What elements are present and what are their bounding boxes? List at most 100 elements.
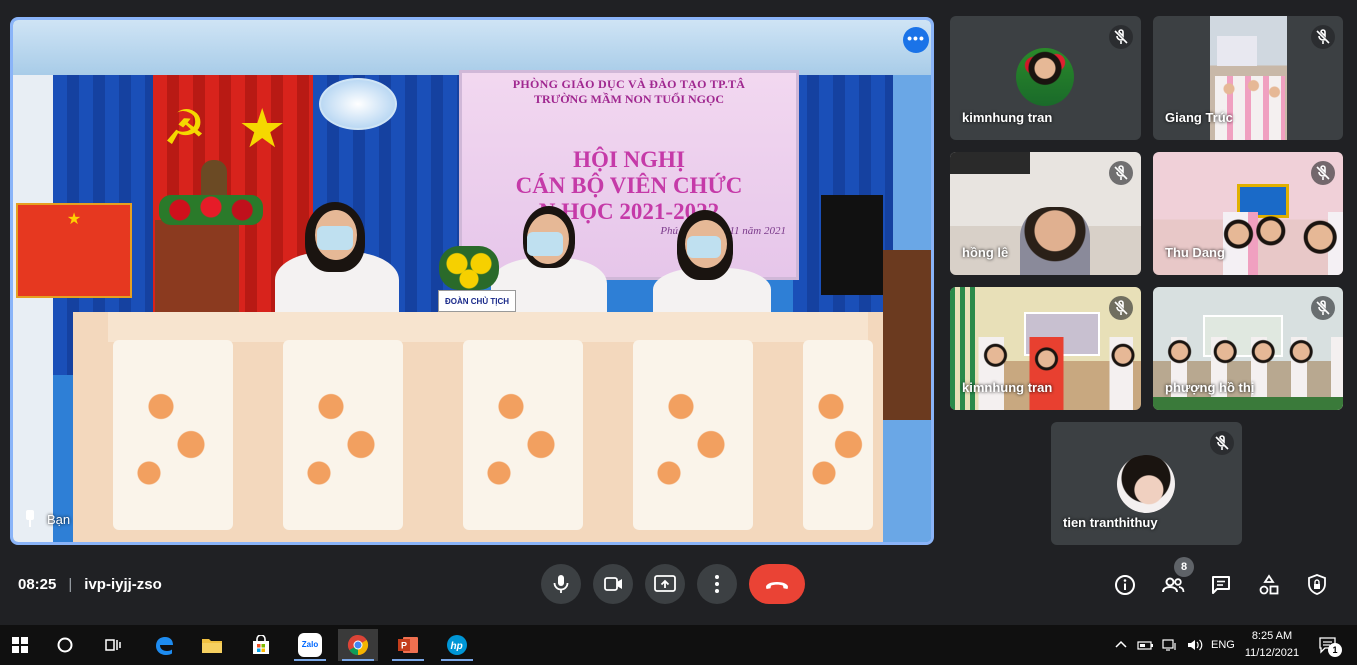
info-icon: [1115, 575, 1135, 595]
action-center-button[interactable]: 1: [1318, 625, 1342, 665]
screen-line-3: HỘI NGHỊ: [573, 147, 685, 172]
volume-icon: [1188, 639, 1203, 651]
clock-time: 8:25 AM: [1251, 630, 1293, 642]
taskbar-file-explorer[interactable]: [192, 629, 232, 661]
hp-icon: hp: [447, 635, 467, 655]
powerpoint-icon: P: [398, 637, 418, 653]
host-controls-button[interactable]: [1304, 572, 1330, 598]
mic-off-icon: [1109, 25, 1133, 49]
chat-button[interactable]: [1208, 572, 1234, 598]
hammer-sickle-emblem: ☭: [163, 102, 207, 155]
participant-tile[interactable]: hồng lê: [950, 152, 1141, 275]
microphone-button[interactable]: [541, 564, 581, 604]
svg-text:hp: hp: [451, 641, 463, 652]
nameplate: ĐOÀN CHỦ TỊCH: [438, 290, 516, 312]
windows-logo-icon: [12, 637, 28, 653]
clock-date: 11/12/2021: [1244, 647, 1300, 659]
zalo-icon: Zalo: [298, 633, 322, 657]
star-emblem: ★: [238, 99, 287, 159]
more-vertical-icon: [715, 575, 719, 593]
end-call-button[interactable]: [749, 564, 805, 604]
portrait-emblem: [319, 78, 397, 130]
mic-off-icon: [1311, 296, 1335, 320]
battery-icon: [1137, 641, 1153, 650]
windows-start-button[interactable]: [0, 629, 40, 661]
meeting-info: 08:25 | ivp-iyjj-zso: [18, 576, 162, 593]
notification-count: 1: [1328, 643, 1342, 657]
participant-tile[interactable]: Thu Dang: [1153, 152, 1343, 275]
taskbar-store[interactable]: [241, 629, 281, 661]
main-video-tile[interactable]: ☭ ★ PHÒNG GIÁO DỤC VÀ ĐÀO TẠO TP.TÂ TRƯỜ…: [10, 17, 934, 545]
folder-icon: [202, 639, 222, 653]
participant-tile[interactable]: kimnhung tran: [950, 287, 1141, 410]
sunflower-arrangement: [439, 246, 499, 290]
chat-icon: [1212, 576, 1230, 594]
participant-tile[interactable]: phượng hồ thị: [1153, 287, 1343, 410]
network-tray[interactable]: [1162, 625, 1178, 665]
mic-off-icon: [1210, 431, 1234, 455]
participant-name: phượng hồ thị: [1165, 380, 1255, 395]
taskbar-zalo[interactable]: Zalo: [290, 629, 330, 661]
windows-taskbar: Zalo P hp ENG 8:25 AM 11/12/2021 1: [0, 625, 1357, 665]
meeting-details-button[interactable]: [1112, 572, 1138, 598]
camera-button[interactable]: [593, 564, 633, 604]
store-bag-icon: [253, 635, 269, 654]
taskbar-edge[interactable]: [144, 629, 184, 661]
screen-line-2: TRƯỜNG MẦM NON TUỔI NGỌC: [534, 92, 724, 106]
people-button[interactable]: [1160, 572, 1186, 598]
main-video-feed: ☭ ★ PHÒNG GIÁO DỤC VÀ ĐÀO TẠO TP.TÂ TRƯỜ…: [13, 20, 931, 542]
present-screen-button[interactable]: [645, 564, 685, 604]
chrome-icon: [347, 634, 369, 656]
video-more-options-button[interactable]: •••: [903, 27, 929, 53]
volume-tray[interactable]: [1186, 625, 1204, 665]
screen-line-1: PHÒNG GIÁO DỤC VÀ ĐÀO TẠO TP.TÂ: [512, 77, 746, 91]
input-language[interactable]: ENG: [1211, 625, 1235, 665]
screen-line-5: N HỌC 2021-2022: [538, 199, 720, 224]
edge-icon: [156, 637, 173, 655]
network-icon: [1162, 639, 1176, 651]
screen-line-4: CÁN BỘ VIÊN CHỨC: [515, 173, 743, 198]
meeting-code[interactable]: ivp-iyjj-zso: [84, 576, 162, 593]
task-view-icon: [105, 639, 121, 651]
svg-text:P: P: [401, 641, 407, 651]
participant-tile[interactable]: tien tranthithuy: [1051, 422, 1242, 545]
main-video-name: Bạn: [23, 510, 70, 528]
participant-name: hồng lê: [962, 245, 1009, 260]
participant-name: Thu Dang: [1165, 245, 1225, 260]
taskbar-chrome[interactable]: [338, 629, 378, 661]
present-screen-icon: [654, 575, 676, 592]
mic-off-icon: [1311, 25, 1335, 49]
pin-icon[interactable]: [23, 510, 37, 528]
task-view-button[interactable]: [93, 629, 133, 661]
participant-name: tien tranthithuy: [1063, 515, 1158, 530]
meeting-separator: |: [68, 576, 73, 593]
activities-icon: [1259, 574, 1279, 595]
screen-line-6: Phú Hòa, ngày 11 năm 2021: [660, 225, 786, 237]
activities-button[interactable]: [1256, 572, 1282, 598]
show-hidden-icons[interactable]: [1114, 625, 1128, 665]
participant-tile[interactable]: Giang Trúc: [1153, 16, 1343, 140]
projection-screen: PHÒNG GIÁO DỤC VÀ ĐÀO TẠO TP.TÂ TRƯỜNG M…: [459, 70, 799, 280]
microphone-icon: [553, 575, 569, 593]
camera-icon: [604, 577, 622, 591]
mic-off-icon: [1109, 161, 1133, 185]
participant-name: kimnhung tran: [962, 380, 1053, 395]
main-participant-name: Bạn: [47, 511, 71, 527]
cortana-search-button[interactable]: [45, 629, 85, 661]
system-clock[interactable]: 8:25 AM 11/12/2021: [1240, 628, 1304, 662]
search-circle-icon: [57, 637, 73, 653]
podium: [155, 220, 239, 320]
participant-name: Giang Trúc: [1165, 110, 1233, 125]
more-options-button[interactable]: [697, 564, 737, 604]
chevron-up-icon: [1115, 640, 1127, 648]
participant-tile[interactable]: kimnhung tran: [950, 16, 1141, 140]
avatar: [1117, 455, 1175, 513]
avatar: [1016, 48, 1074, 106]
taskbar-powerpoint[interactable]: P: [388, 629, 428, 661]
taskbar-hp[interactable]: hp: [437, 629, 477, 661]
battery-tray[interactable]: [1137, 625, 1155, 665]
meeting-time: 08:25: [18, 576, 57, 593]
hang-up-icon: [766, 582, 788, 589]
shield-lock-icon: [1308, 574, 1326, 595]
people-icon: [1162, 577, 1185, 593]
